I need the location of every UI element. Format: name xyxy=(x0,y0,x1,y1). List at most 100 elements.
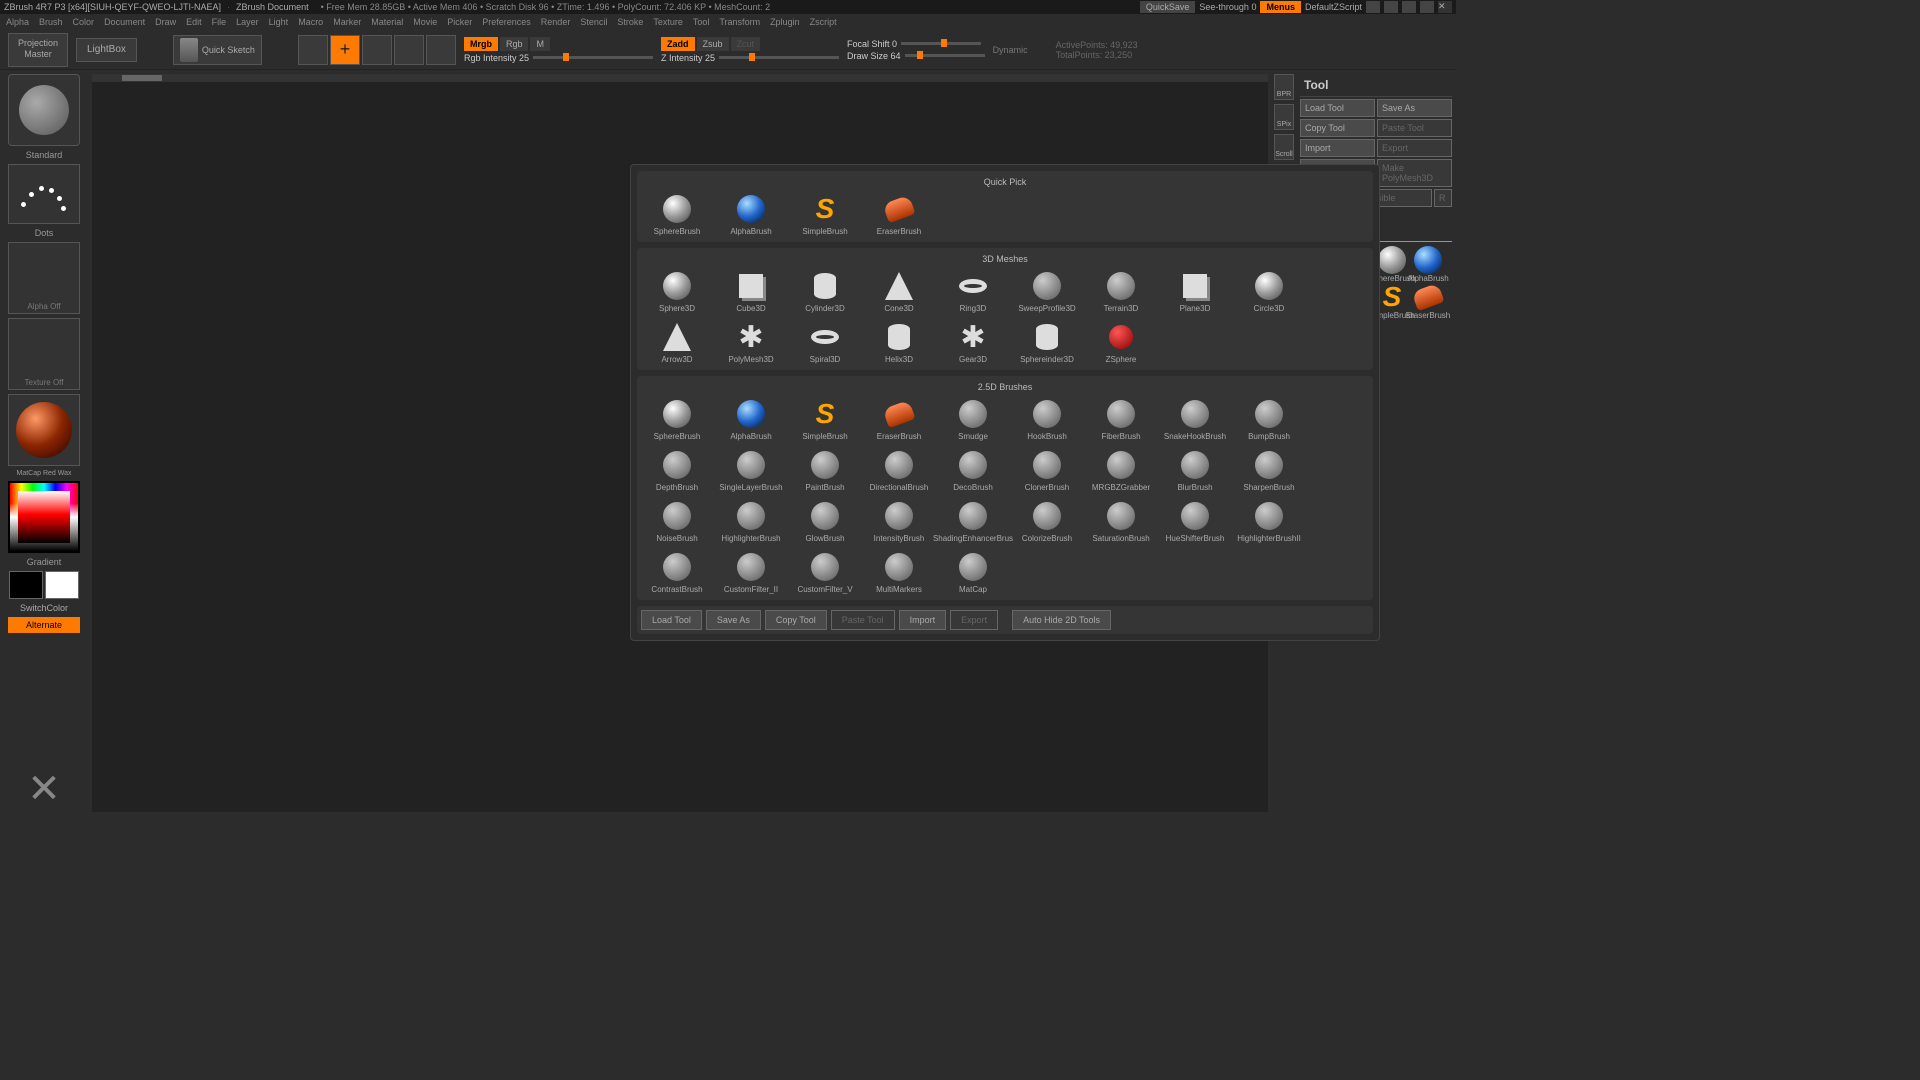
menu-layer[interactable]: Layer xyxy=(236,17,259,27)
menu-texture[interactable]: Texture xyxy=(653,17,683,27)
tool-item-noisebrush[interactable]: NoiseBrush xyxy=(641,496,713,545)
brush-slot[interactable] xyxy=(8,74,80,146)
menu-tool[interactable]: Tool xyxy=(693,17,710,27)
layout-icon[interactable] xyxy=(1402,1,1416,13)
rp-tool-eraserbrush[interactable]: EraserBrush xyxy=(1410,283,1446,320)
rstrip-scroll[interactable]: Scroll xyxy=(1274,134,1294,160)
tool-item-clonerbrush[interactable]: ClonerBrush xyxy=(1011,445,1083,494)
popup-paste-tool[interactable]: Paste Tool xyxy=(831,610,895,630)
z-intensity-slider[interactable]: Z Intensity 25 xyxy=(661,53,839,63)
color-picker[interactable] xyxy=(8,481,80,553)
tool-item-blurbrush[interactable]: BlurBrush xyxy=(1159,445,1231,494)
tool-item-cone3d[interactable]: Cone3D xyxy=(863,266,935,315)
draw-button[interactable]: + xyxy=(330,35,360,65)
menus-button[interactable]: Menus xyxy=(1260,1,1301,13)
tool-item-eraserbrush[interactable]: EraserBrush xyxy=(863,189,935,238)
tool-panel-header[interactable]: Tool xyxy=(1300,74,1452,97)
menu-preferences[interactable]: Preferences xyxy=(482,17,531,27)
menu-edit[interactable]: Edit xyxy=(186,17,202,27)
zcut-tag[interactable]: Zcut xyxy=(731,37,761,51)
menu-alpha[interactable]: Alpha xyxy=(6,17,29,27)
gradient-label[interactable]: Gradient xyxy=(27,557,62,567)
tool-item-hueshifterbrush[interactable]: HueShifterBrush xyxy=(1159,496,1231,545)
tool-item-sharpenbrush[interactable]: SharpenBrush xyxy=(1233,445,1305,494)
tool-item-helix3d[interactable]: Helix3D xyxy=(863,317,935,366)
menu-material[interactable]: Material xyxy=(371,17,403,27)
tool-item-fiberbrush[interactable]: FiberBrush xyxy=(1085,394,1157,443)
seethrough-slider[interactable]: See-through 0 xyxy=(1199,2,1256,12)
tool-item-cylinder3d[interactable]: Cylinder3D xyxy=(789,266,861,315)
menu-color[interactable]: Color xyxy=(73,17,95,27)
popup-load-tool[interactable]: Load Tool xyxy=(641,610,702,630)
tool-item-plane3d[interactable]: Plane3D xyxy=(1159,266,1231,315)
tool-item-gear3d[interactable]: ✱Gear3D xyxy=(937,317,1009,366)
mrgb-tag[interactable]: Mrgb xyxy=(464,37,498,51)
rgb-intensity-slider[interactable]: Rgb Intensity 25 xyxy=(464,53,653,63)
tool-item-matcap[interactable]: MatCap xyxy=(937,547,1009,596)
popup-copy-tool[interactable]: Copy Tool xyxy=(765,610,827,630)
color-swatches[interactable] xyxy=(9,571,79,599)
material-slot[interactable] xyxy=(8,394,80,466)
menu-macro[interactable]: Macro xyxy=(298,17,323,27)
tool-item-sweepprofile3d[interactable]: SweepProfile3D xyxy=(1011,266,1083,315)
tool-item-sphereinder3d[interactable]: Sphereinder3D xyxy=(1011,317,1083,366)
tool-item-decobrush[interactable]: DecoBrush xyxy=(937,445,1009,494)
tool-item-simplebrush[interactable]: SSimpleBrush xyxy=(789,394,861,443)
menu-light[interactable]: Light xyxy=(269,17,289,27)
menu-stroke[interactable]: Stroke xyxy=(617,17,643,27)
close-icon[interactable]: ✕ xyxy=(1438,1,1452,13)
move-button[interactable] xyxy=(362,35,392,65)
menu-transform[interactable]: Transform xyxy=(719,17,760,27)
tool-item-smudge[interactable]: Smudge xyxy=(937,394,1009,443)
rstrip-spix[interactable]: SPix xyxy=(1274,104,1294,130)
minimize-icon[interactable] xyxy=(1366,1,1380,13)
tool-item-multimarkers[interactable]: MultiMarkers xyxy=(863,547,935,596)
goz-r-button[interactable]: R xyxy=(1434,189,1452,207)
tool-item-spherebrush[interactable]: SphereBrush xyxy=(641,189,713,238)
tool-item-mrgbzgrabber[interactable]: MRGBZGrabber xyxy=(1085,445,1157,494)
popup-save-as[interactable]: Save As xyxy=(706,610,761,630)
tool-item-terrain3d[interactable]: Terrain3D xyxy=(1085,266,1157,315)
focal-shift-slider[interactable]: Focal Shift 0 xyxy=(847,39,985,49)
quick-sketch-button[interactable]: Quick Sketch xyxy=(173,35,262,65)
rp-tool-alphabrush[interactable]: AlphaBrush xyxy=(1410,246,1446,283)
tool-item-depthbrush[interactable]: DepthBrush xyxy=(641,445,713,494)
popup-export[interactable]: Export xyxy=(950,610,998,630)
tool-item-spherebrush[interactable]: SphereBrush xyxy=(641,394,713,443)
menu-zscript[interactable]: Zscript xyxy=(810,17,837,27)
tool-item-intensitybrush[interactable]: IntensityBrush xyxy=(863,496,935,545)
stroke-slot[interactable] xyxy=(8,164,80,224)
menu-picker[interactable]: Picker xyxy=(447,17,472,27)
tool-item-circle3d[interactable]: Circle3D xyxy=(1233,266,1305,315)
script-name[interactable]: DefaultZScript xyxy=(1305,2,1362,12)
restore-icon[interactable] xyxy=(1420,1,1434,13)
menu-brush[interactable]: Brush xyxy=(39,17,63,27)
hscroll[interactable] xyxy=(92,74,1268,82)
zsub-tag[interactable]: Zsub xyxy=(697,37,729,51)
tool-item-zsphere[interactable]: ZSphere xyxy=(1085,317,1157,366)
save-as-button[interactable]: Save As xyxy=(1377,99,1452,117)
tool-item-customfilter_v[interactable]: CustomFilter_V xyxy=(789,547,861,596)
tool-item-bumpbrush[interactable]: BumpBrush xyxy=(1233,394,1305,443)
alpha-slot[interactable]: Alpha Off xyxy=(8,242,80,314)
menu-document[interactable]: Document xyxy=(104,17,145,27)
menu-draw[interactable]: Draw xyxy=(155,17,176,27)
menu-file[interactable]: File xyxy=(212,17,227,27)
tool-item-alphabrush[interactable]: AlphaBrush xyxy=(715,394,787,443)
popup-autohide[interactable]: Auto Hide 2D Tools xyxy=(1012,610,1111,630)
tool-item-simplebrush[interactable]: SSimpleBrush xyxy=(789,189,861,238)
zadd-tag[interactable]: Zadd xyxy=(661,37,695,51)
alternate-button[interactable]: Alternate xyxy=(8,617,80,633)
maximize-icon[interactable] xyxy=(1384,1,1398,13)
tool-item-arrow3d[interactable]: Arrow3D xyxy=(641,317,713,366)
menu-render[interactable]: Render xyxy=(541,17,571,27)
menu-movie[interactable]: Movie xyxy=(413,17,437,27)
menu-stencil[interactable]: Stencil xyxy=(580,17,607,27)
edit-button[interactable] xyxy=(298,35,328,65)
tool-item-saturationbrush[interactable]: SaturationBrush xyxy=(1085,496,1157,545)
tool-item-eraserbrush[interactable]: EraserBrush xyxy=(863,394,935,443)
quicksave-button[interactable]: QuickSave xyxy=(1140,1,1196,13)
import-button[interactable]: Import xyxy=(1300,139,1375,157)
tool-item-colorizebrush[interactable]: ColorizeBrush xyxy=(1011,496,1083,545)
texture-slot[interactable]: Texture Off xyxy=(8,318,80,390)
